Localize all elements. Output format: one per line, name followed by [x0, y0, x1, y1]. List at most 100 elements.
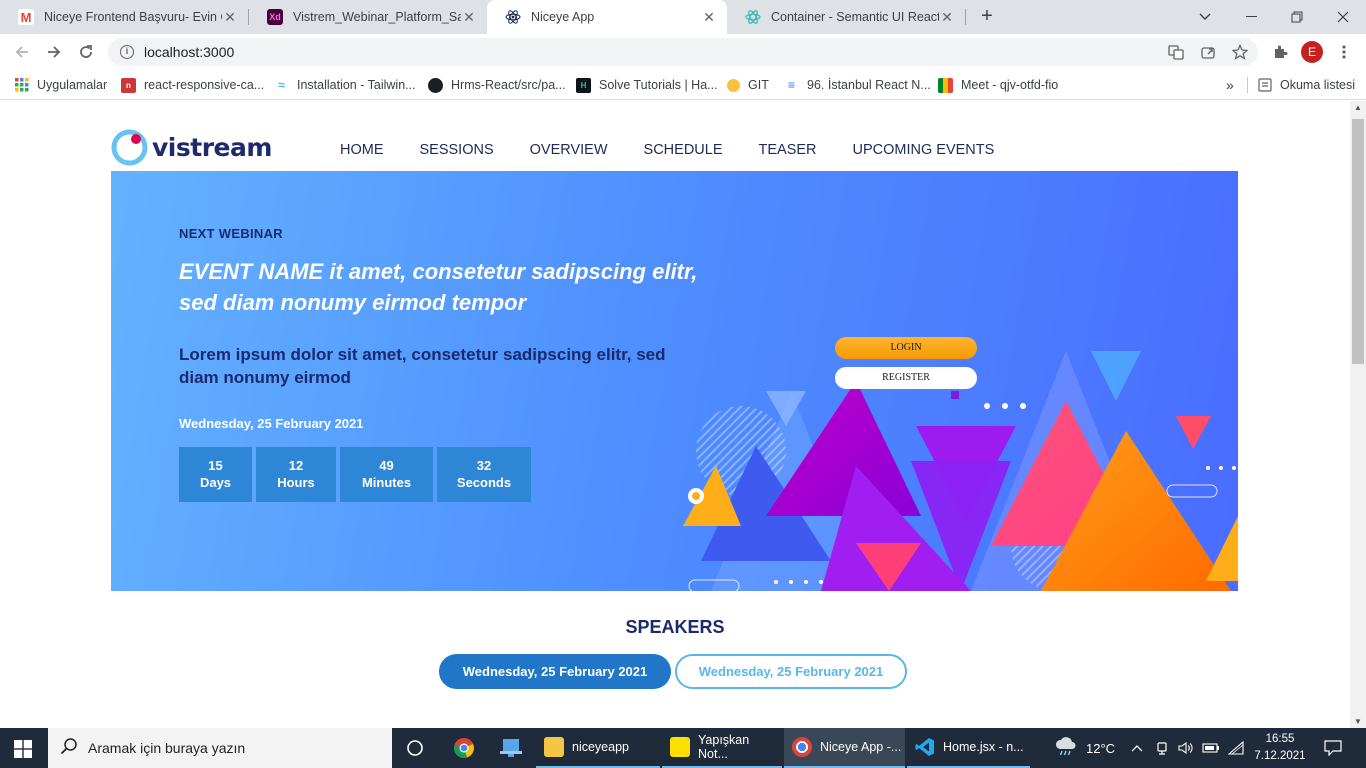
- bookmark-item[interactable]: Hrms-React/src/pa...: [428, 76, 566, 94]
- translate-icon[interactable]: [1166, 42, 1186, 62]
- taskbar-clock[interactable]: 16:55 7.12.2021: [1252, 731, 1308, 765]
- close-icon[interactable]: ✕: [222, 9, 238, 26]
- react-icon: [505, 9, 521, 25]
- tailwind-icon: ≈: [278, 78, 285, 92]
- battery-icon[interactable]: [1202, 728, 1220, 768]
- weather-widget[interactable]: 12°C: [1054, 728, 1115, 768]
- scroll-up-arrow-icon[interactable]: ▲: [1354, 103, 1362, 112]
- stack-icon: ≡: [787, 78, 795, 92]
- nav-upcoming-events[interactable]: UPCOMING EVENTS: [853, 142, 995, 158]
- scroll-down-arrow-icon[interactable]: ▼: [1354, 717, 1362, 726]
- folder-dot-icon: [727, 78, 740, 92]
- page-viewport: vistream HOME SESSIONS OVERVIEW SCHEDULE…: [0, 101, 1350, 728]
- wifi-icon[interactable]: [1228, 728, 1244, 768]
- nav-overview[interactable]: OVERVIEW: [530, 142, 608, 158]
- day-tab-active[interactable]: Wednesday, 25 February 2021: [439, 654, 671, 689]
- bookmark-label: react-responsive-ca...: [144, 78, 265, 92]
- tab-search-chevron-icon[interactable]: [1182, 0, 1228, 34]
- browser-tab-strip: M Niceye Frontend Başvuru- Evin O ✕ Xd V…: [0, 0, 1366, 34]
- volume-icon[interactable]: [1178, 728, 1194, 768]
- clock-time: 16:55: [1265, 733, 1295, 745]
- bookmarks-overflow-button[interactable]: »: [1226, 76, 1234, 94]
- taskbar-app-label: niceyeapp: [572, 740, 629, 754]
- taskbar-app-sticky-notes[interactable]: Yapışkan Not...: [662, 728, 782, 768]
- restore-button[interactable]: [1274, 0, 1320, 34]
- browser-tab[interactable]: Container - Semantic UI React ✕: [727, 0, 965, 34]
- countdown-unit: Seconds: [456, 475, 512, 490]
- address-bar[interactable]: i: [108, 38, 1258, 66]
- reading-list-button[interactable]: Okuma listesi: [1257, 76, 1355, 94]
- hackerrank-icon: H: [576, 77, 591, 93]
- register-button[interactable]: REGISTER: [835, 367, 977, 389]
- forward-button[interactable]: [42, 40, 66, 64]
- page-scrollbar[interactable]: ▲ ▼: [1350, 101, 1366, 728]
- new-tab-button[interactable]: +: [976, 6, 998, 28]
- close-icon[interactable]: ✕: [701, 9, 717, 26]
- logo-text: vistream: [152, 133, 272, 162]
- bookmarks-divider: [1247, 77, 1248, 93]
- hero-banner: NEXT WEBINAR EVENT NAME it amet, consete…: [111, 171, 1238, 591]
- close-icon[interactable]: ✕: [939, 9, 955, 26]
- browser-tab[interactable]: M Niceye Frontend Başvuru- Evin O ✕: [0, 0, 248, 34]
- countdown-value: 49: [379, 458, 394, 473]
- bookmark-star-icon[interactable]: [1230, 42, 1250, 62]
- nav-sessions[interactable]: SESSIONS: [420, 142, 494, 158]
- reading-list-icon: [1257, 78, 1272, 93]
- tab-title: Vistrem_Webinar_Platform_Sayfa: [293, 10, 461, 24]
- countdown-unit: Hours: [277, 475, 315, 490]
- day-tab[interactable]: Wednesday, 25 February 2021: [675, 654, 907, 689]
- back-button[interactable]: [10, 40, 34, 64]
- bookmark-item[interactable]: H Solve Tutorials | Ha...: [576, 76, 718, 94]
- tray-chevron-up-icon[interactable]: [1131, 728, 1143, 768]
- bookmark-item[interactable]: GIT: [727, 76, 769, 94]
- login-button[interactable]: LOGIN: [835, 337, 977, 359]
- browser-tab[interactable]: Xd Vistrem_Webinar_Platform_Sayfa ✕: [249, 0, 487, 34]
- bookmark-item[interactable]: Meet - qjv-otfd-fio: [938, 76, 1058, 94]
- bookmark-item[interactable]: n react-responsive-ca...: [121, 76, 264, 94]
- bookmark-item[interactable]: ≡ 96. İstanbul React N...: [784, 76, 931, 94]
- tab-title: Niceye Frontend Başvuru- Evin O: [44, 10, 222, 24]
- task-view-icon[interactable]: [406, 739, 424, 762]
- clock-date: 7.12.2021: [1254, 750, 1306, 762]
- close-window-button[interactable]: [1320, 0, 1366, 34]
- bookmark-item[interactable]: ≈ Installation - Tailwin...: [274, 76, 416, 94]
- main-nav: HOME SESSIONS OVERVIEW SCHEDULE TEASER U…: [340, 142, 1030, 158]
- taskbar-app-niceyeapp[interactable]: niceyeapp: [536, 728, 660, 768]
- taskbar-search[interactable]: Aramak için buraya yazın: [48, 728, 392, 768]
- url-input[interactable]: [144, 44, 1044, 60]
- notifications-icon[interactable]: [1324, 740, 1342, 761]
- event-title: EVENT NAME it amet, consetetur sadipscin…: [179, 259, 698, 315]
- semantic-ui-icon: [745, 9, 761, 25]
- bookmark-apps[interactable]: Uygulamalar: [14, 76, 107, 94]
- network-adapter-icon[interactable]: [1155, 728, 1169, 768]
- countdown-value: 15: [208, 458, 223, 473]
- minimize-button[interactable]: [1228, 0, 1274, 34]
- windows-start-icon[interactable]: [14, 740, 32, 763]
- bookmark-label: Installation - Tailwin...: [297, 78, 416, 92]
- vscode-icon: [915, 737, 935, 757]
- bookmark-label: Hrms-React/src/pa...: [451, 78, 566, 92]
- site-info-icon[interactable]: i: [120, 45, 134, 59]
- taskbar-app-chrome[interactable]: Niceye App -...: [784, 728, 905, 768]
- countdown-minutes: 49 Minutes: [340, 447, 433, 502]
- reload-button[interactable]: [74, 40, 98, 64]
- nav-home[interactable]: HOME: [340, 142, 384, 158]
- nav-teaser[interactable]: TEASER: [759, 142, 817, 158]
- scrollbar-thumb[interactable]: [1352, 119, 1364, 364]
- gmail-icon: M: [18, 9, 34, 25]
- bookmark-label: Solve Tutorials | Ha...: [599, 78, 718, 92]
- taskbar-app-label: Yapışkan Not...: [698, 733, 750, 761]
- share-icon[interactable]: [1198, 42, 1218, 62]
- close-icon[interactable]: ✕: [461, 9, 477, 26]
- file-manager-icon[interactable]: [500, 738, 522, 763]
- vistream-logo[interactable]: vistream: [111, 129, 272, 166]
- menu-kebab-icon[interactable]: [1334, 42, 1354, 62]
- taskbar-app-vscode[interactable]: Home.jsx - n...: [907, 728, 1030, 768]
- speakers-heading: SPEAKERS: [625, 617, 725, 637]
- nav-schedule[interactable]: SCHEDULE: [644, 142, 723, 158]
- browser-tab-active[interactable]: Niceye App ✕: [487, 0, 727, 34]
- chrome-icon[interactable]: [453, 737, 475, 764]
- profile-avatar[interactable]: E: [1301, 41, 1323, 63]
- extensions-icon[interactable]: [1270, 42, 1290, 62]
- countdown-hours: 12 Hours: [256, 447, 336, 502]
